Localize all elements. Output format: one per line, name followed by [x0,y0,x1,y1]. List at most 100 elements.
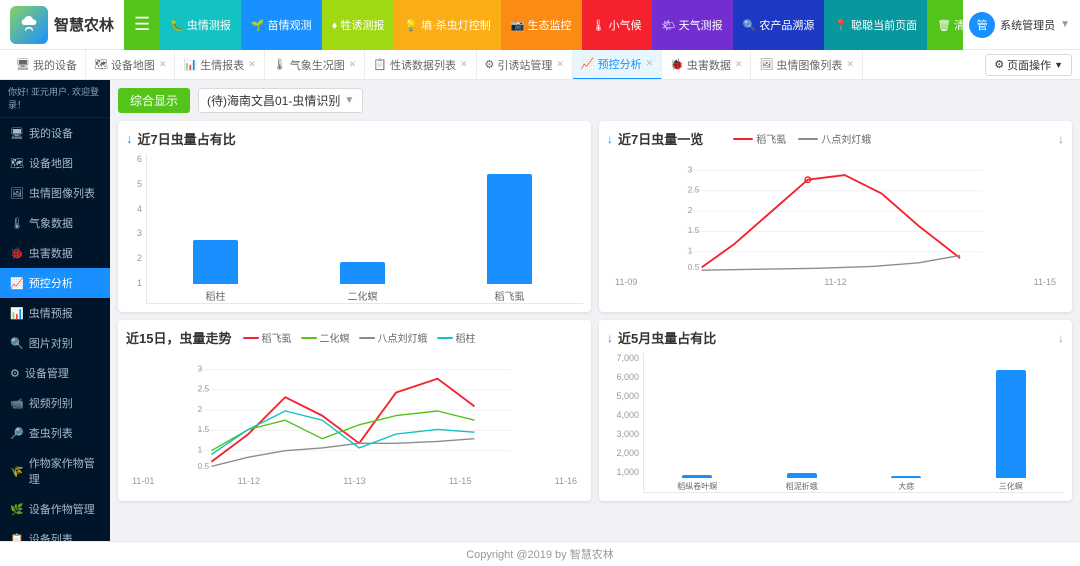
dropdown-icon: ▼ [1054,60,1063,70]
bar-label-4-3: 大痣 [898,481,914,492]
chart4-title: 近5月虫量占有比 [618,328,716,347]
sub-tab-weather-chart[interactable]: 🌡 气象生况图✕ [265,50,366,80]
close-icon[interactable]: ✕ [159,59,167,70]
video-sidebar-icon: 📹 [10,397,24,410]
weather-sidebar-icon: 🌡 [10,217,24,230]
sidebar-item-crop-manage[interactable]: 🌾 作物家作物管理 [0,448,110,494]
nav-tab-trace[interactable]: 🔍 农产品溯源 [733,0,825,50]
chart-panel-3: 近15日，虫量走势 稻飞虱 二化螟 八点刘灯蛾 稻柱 [118,320,591,501]
weather-chart-icon: 🌡 [273,58,287,71]
sidebar-item-device-manage[interactable]: ⚙ 设备管理 [0,358,110,388]
bar-label-4-4: 三化螟 [999,481,1023,492]
nav-tab-sprout[interactable]: 🌱 苗情观测 [241,0,322,50]
close-icon-2[interactable]: ✕ [248,59,256,70]
close-icon-4[interactable]: ✕ [460,59,468,70]
manage-icon: ⚙ [485,58,495,71]
close-icon-7[interactable]: ✕ [735,59,743,70]
toolbar-row: 综合显示 (待)海南文昌01-虫情识别 ▼ [118,88,1072,113]
sub-tab-pest-images[interactable]: 🖼 虫情图像列表✕ [751,50,863,80]
sub-tab-my-device[interactable]: 🖥 我的设备 [8,50,86,80]
sidebar-item-weather[interactable]: 🌡 气象数据 [0,208,110,238]
chart2-download-icon[interactable]: ↓ [1058,132,1064,146]
legend-3-2: 二化螟 [301,330,349,345]
device-select[interactable]: (待)海南文昌01-虫情识别 ▼ [198,88,363,113]
svg-text:3: 3 [198,363,203,373]
nav-tab-clear[interactable]: 🗑 清除缓存 [927,0,963,50]
sub-tab-pest-data[interactable]: 🐞 虫害数据✕ [662,50,751,80]
chart4-header: ↓ 近5月虫量占有比 ↓ [607,328,1064,347]
bar-group-4-4: 三化螟 [963,370,1060,492]
nav-tab-bug[interactable]: 🐛 虫情测报 [160,0,241,50]
svg-text:3: 3 [688,164,693,174]
map-sidebar-icon: 🗺 [10,157,24,170]
close-icon-8[interactable]: ✕ [846,59,854,70]
line-chart-icon: ↓ [607,132,613,146]
chart4-bars: 稻纵卷叶螟 稻泥折蛾 大痣 三化螟 [643,353,1064,493]
comprehensive-display-button[interactable]: 综合显示 [118,88,190,113]
bar-4-1 [682,475,712,478]
cloud-leaf-icon [18,14,40,36]
bar-2 [340,262,385,284]
pest-data-sidebar-icon: 🐞 [10,247,24,260]
sidebar-item-image-compare[interactable]: 🔍 图片对别 [0,328,110,358]
svg-text:0.5: 0.5 [688,262,700,272]
chart1-bars: 稻柱 二化螟 稻飞虱 [146,154,583,304]
main-content: 综合显示 (待)海南文昌01-虫情识别 ▼ ↓ 近7日虫量占有比 6 5 [110,80,1080,541]
close-icon-3[interactable]: ✕ [349,59,357,70]
chart-panel-1: ↓ 近7日虫量占有比 6 5 4 3 2 1 [118,121,591,312]
page-action-btn[interactable]: ⚙ 页面操作 ▼ [985,54,1072,76]
legend-item-1: 稻飞虱 [733,131,786,146]
report-icon: 📊 [183,58,197,71]
nav-tab-menu[interactable]: ☰ [124,0,160,50]
nav-tab-current[interactable]: 📍 聪聪当前页面 [824,0,927,50]
settings-icon: ⚙ [994,58,1004,71]
user-label: 系统管理员 [1000,17,1055,33]
crop-sidebar-icon: 🌾 [10,465,24,478]
nav-tab-eco[interactable]: 📷 生态监控 [501,0,582,50]
nav-tab-trap[interactable]: ♦ 牲诱测报 [322,0,395,50]
sidebar-item-search-pest[interactable]: 🔎 查虫列表 [0,418,110,448]
svg-text:1: 1 [198,445,203,455]
sidebar-item-pest-data[interactable]: 🐞 虫害数据 [0,238,110,268]
chart3-x-labels: 11-01 11-12 11-13 11-15 11-16 [126,476,583,486]
sidebar-item-analysis[interactable]: 📈 预控分析 [0,268,110,298]
svg-text:1.5: 1.5 [198,424,210,434]
chart3-legend: 稻飞虱 二化螟 八点刘灯蛾 稻柱 [243,330,475,345]
bar-chart-icon: ↓ [126,131,133,146]
header: 智慧农林 ☰ 🐛 虫情测报 🌱 苗情观测 ♦ 牲诱测报 💡 墒·杀虫灯控制 📷 … [0,0,1080,50]
sub-tab-data-list[interactable]: 📋 性诱数据列表✕ [365,50,476,80]
nav-tab-climate[interactable]: 🌡 小气候 [582,0,652,50]
legend-item-2: 八点刘灯蛾 [798,131,871,146]
sub-tab-analysis[interactable]: 📈 预控分析✕ [573,50,662,80]
sidebar-item-device-crop[interactable]: 🌿 设备作物管理 [0,494,110,524]
chart2-x-labels: 11-09 11-12 11-15 [607,277,1064,287]
chart4-download-icon[interactable]: ↓ [1058,331,1064,345]
legend-3-1: 稻飞虱 [243,330,291,345]
chart4-area: 7,000 6,000 5,000 4,000 3,000 2,000 1,00… [607,353,1064,493]
svg-text:2.5: 2.5 [688,185,700,195]
nav-tab-weather[interactable]: 🌤 天气测报 [652,0,733,50]
device-icon: 🖥 [16,58,30,71]
close-icon-5[interactable]: ✕ [556,59,564,70]
logo [10,6,48,44]
sub-tab-device-map[interactable]: 🗺 设备地图✕ [86,50,176,80]
sidebar-item-device-list[interactable]: 📋 设备列表 [0,524,110,541]
chart1-title: ↓ 近7日虫量占有比 [126,129,583,148]
close-icon-6[interactable]: ✕ [646,58,654,69]
svg-text:2: 2 [688,205,693,215]
sidebar-item-pest-images[interactable]: 🖼 虫情图像列表 [0,178,110,208]
sub-tab-attract-manage[interactable]: ⚙ 引诱站管理✕ [477,50,573,80]
legend-3-4: 稻柱 [437,330,475,345]
svg-text:2.5: 2.5 [198,384,210,394]
chart3-header: 近15日，虫量走势 稻飞虱 二化螟 八点刘灯蛾 稻柱 [126,328,583,347]
image-icon: 🖼 [759,58,773,71]
device-crop-sidebar-icon: 🌿 [10,503,24,516]
sidebar-item-device-map[interactable]: 🗺 设备地图 [0,148,110,178]
sidebar-item-forecast[interactable]: 📊 虫情预报 [0,298,110,328]
sub-tab-report[interactable]: 📊 生情报表✕ [175,50,264,80]
bar-4-3 [891,476,921,478]
header-user[interactable]: 管 系统管理员 ▼ [969,12,1070,38]
sidebar-item-my-device[interactable]: 🖥 我的设备 [0,118,110,148]
nav-tab-lamp[interactable]: 💡 墒·杀虫灯控制 [394,0,500,50]
sidebar-item-video[interactable]: 📹 视频列别 [0,388,110,418]
